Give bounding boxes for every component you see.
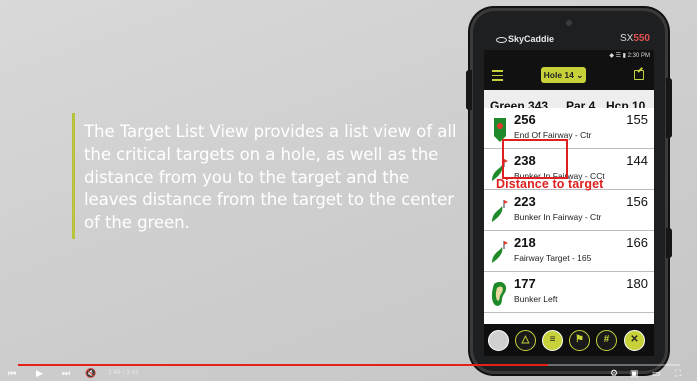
- chevron-down-icon: ⌄: [576, 70, 584, 80]
- bottom-toolbar: △ ≡ ⚑ # ✕: [484, 324, 654, 356]
- list-icon[interactable]: ≡: [542, 330, 563, 351]
- model-label: SX550: [620, 33, 650, 44]
- remaining-distance: 144: [626, 153, 648, 168]
- fairway-flag-icon: [492, 200, 508, 222]
- side-button-left: [466, 70, 472, 110]
- hash-icon[interactable]: #: [596, 330, 617, 351]
- flag-icon[interactable]: ⚑: [569, 330, 590, 351]
- side-button-right: [666, 78, 672, 138]
- status-time: 2:30 PM: [627, 53, 650, 59]
- remaining-distance: 155: [626, 112, 648, 127]
- app-toolbar: Hole 14 ⌄: [484, 64, 654, 88]
- previous-icon[interactable]: ⏮: [8, 368, 16, 379]
- target-name: Bunker Left: [514, 294, 558, 304]
- circle-icon[interactable]: [488, 330, 509, 351]
- miniplayer-icon[interactable]: ▣: [630, 368, 639, 379]
- model-number: 550: [633, 33, 650, 44]
- mountain-icon[interactable]: △: [515, 330, 536, 351]
- hole-selector-button[interactable]: Hole 14 ⌄: [541, 67, 586, 83]
- video-controls: ⏮ ▶ ⏭ 🔇 2:49 / 3:41 ⚙ ▣ ▭ ⛶: [0, 366, 697, 381]
- remaining-distance: 156: [626, 194, 648, 209]
- caption-accent-bar: [72, 113, 75, 239]
- close-icon[interactable]: ✕: [624, 330, 645, 351]
- status-bar: ◆ ☰ ▮ 2:30 PM: [609, 52, 650, 59]
- theater-icon[interactable]: ▭: [652, 368, 661, 379]
- fullscreen-icon[interactable]: ⛶: [675, 368, 681, 379]
- brand-text: SkyCaddie: [508, 34, 555, 44]
- distance-annotation: Distance to target: [496, 177, 604, 191]
- side-button-right-lower: [666, 228, 672, 258]
- video-frame: The Target List View provides a list vie…: [0, 0, 697, 381]
- remaining-distance: 180: [626, 276, 648, 291]
- target-distance: 223: [514, 194, 536, 209]
- eye-icon: [496, 36, 507, 43]
- target-distance: 218: [514, 235, 536, 250]
- distance-highlight-box: [502, 139, 568, 179]
- volume-muted-icon[interactable]: 🔇: [85, 368, 96, 379]
- caption-text: The Target List View provides a list vie…: [84, 122, 457, 233]
- target-distance: 256: [514, 112, 536, 127]
- play-icon[interactable]: ▶: [36, 368, 43, 379]
- signal-icon: ◆ ☰ ▮: [609, 53, 628, 59]
- settings-icon[interactable]: ⚙: [610, 368, 618, 379]
- target-name: Fairway Target - 165: [514, 253, 592, 263]
- phone-screen: ◆ ☰ ▮ 2:30 PM Hole 14 ⌄ Green 343 Par 4 …: [484, 50, 654, 356]
- list-item[interactable]: 223 156 Bunker In Fairway - Ctr: [484, 190, 654, 231]
- remaining-distance: 166: [626, 235, 648, 250]
- fairway-flag-icon: [492, 241, 508, 263]
- target-distance: 177: [514, 276, 536, 291]
- phone-device: SkyCaddie SX550 ◆ ☰ ▮ 2:30 PM Hole 14 ⌄ …: [466, 8, 672, 374]
- model-prefix: SX: [619, 33, 634, 44]
- menu-icon[interactable]: [492, 70, 503, 81]
- bunker-icon: [491, 281, 507, 306]
- list-item[interactable]: 218 166 Fairway Target - 165: [484, 231, 654, 272]
- list-item[interactable]: 177 180 Bunker Left: [484, 272, 654, 313]
- time-display: 2:49 / 3:41: [108, 369, 139, 376]
- brand-logo: SkyCaddie: [496, 34, 554, 44]
- edit-icon[interactable]: [634, 70, 644, 80]
- camera-icon: [566, 20, 572, 26]
- hole-label: Hole 14: [543, 70, 574, 80]
- next-icon[interactable]: ⏭: [62, 368, 70, 379]
- target-name: Bunker In Fairway - Ctr: [514, 212, 602, 222]
